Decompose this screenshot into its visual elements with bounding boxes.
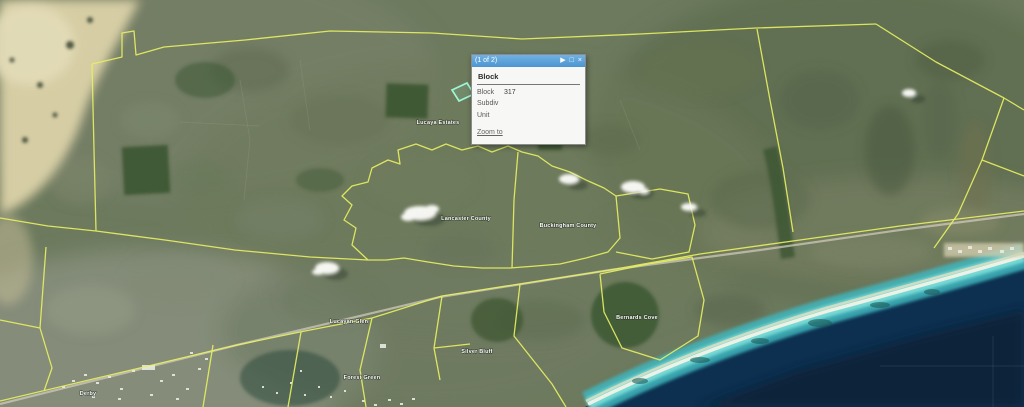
label-derby: Derby (80, 391, 97, 397)
identify-popup: (1 of 2) ▶ □ × Block Block 317 Subdiv Un… (471, 54, 586, 145)
popup-body: Block Block 317 Subdiv Unit Zoom to (472, 67, 585, 144)
label-lucaya-estates: Lucaya Estates (417, 120, 460, 126)
label-buckingham-county: Buckingham County (540, 223, 598, 229)
popup-header[interactable]: (1 of 2) ▶ □ × (472, 55, 585, 67)
maximize-icon[interactable]: □ (570, 55, 574, 67)
attribute-row: Unit (477, 112, 580, 120)
attribute-value: 317 (504, 89, 516, 97)
label-silver-bluff: Silver Bluff (461, 349, 492, 355)
attribute-row: Block 317 (477, 89, 580, 97)
next-feature-icon[interactable]: ▶ (560, 55, 565, 67)
attribute-row: Subdiv (477, 100, 580, 108)
attribute-label: Block (477, 89, 504, 97)
zoom-to-link[interactable]: Zoom to (477, 129, 503, 136)
map-application-window: Lucaya Estates Lancaster County Buckingh… (0, 0, 1024, 407)
popup-title: Block (477, 70, 580, 85)
popup-pagination: (1 of 2) (475, 55, 497, 67)
label-lancaster-county: Lancaster County (441, 216, 491, 222)
attribute-label: Subdiv (477, 100, 504, 108)
label-lucayan-glen: Lucayan Glen (330, 319, 369, 325)
close-icon[interactable]: × (578, 55, 582, 67)
attribute-label: Unit (477, 112, 504, 120)
label-forest-green: Forest Green (344, 375, 381, 381)
label-bernards-cove: Bernards Cove (616, 315, 658, 321)
